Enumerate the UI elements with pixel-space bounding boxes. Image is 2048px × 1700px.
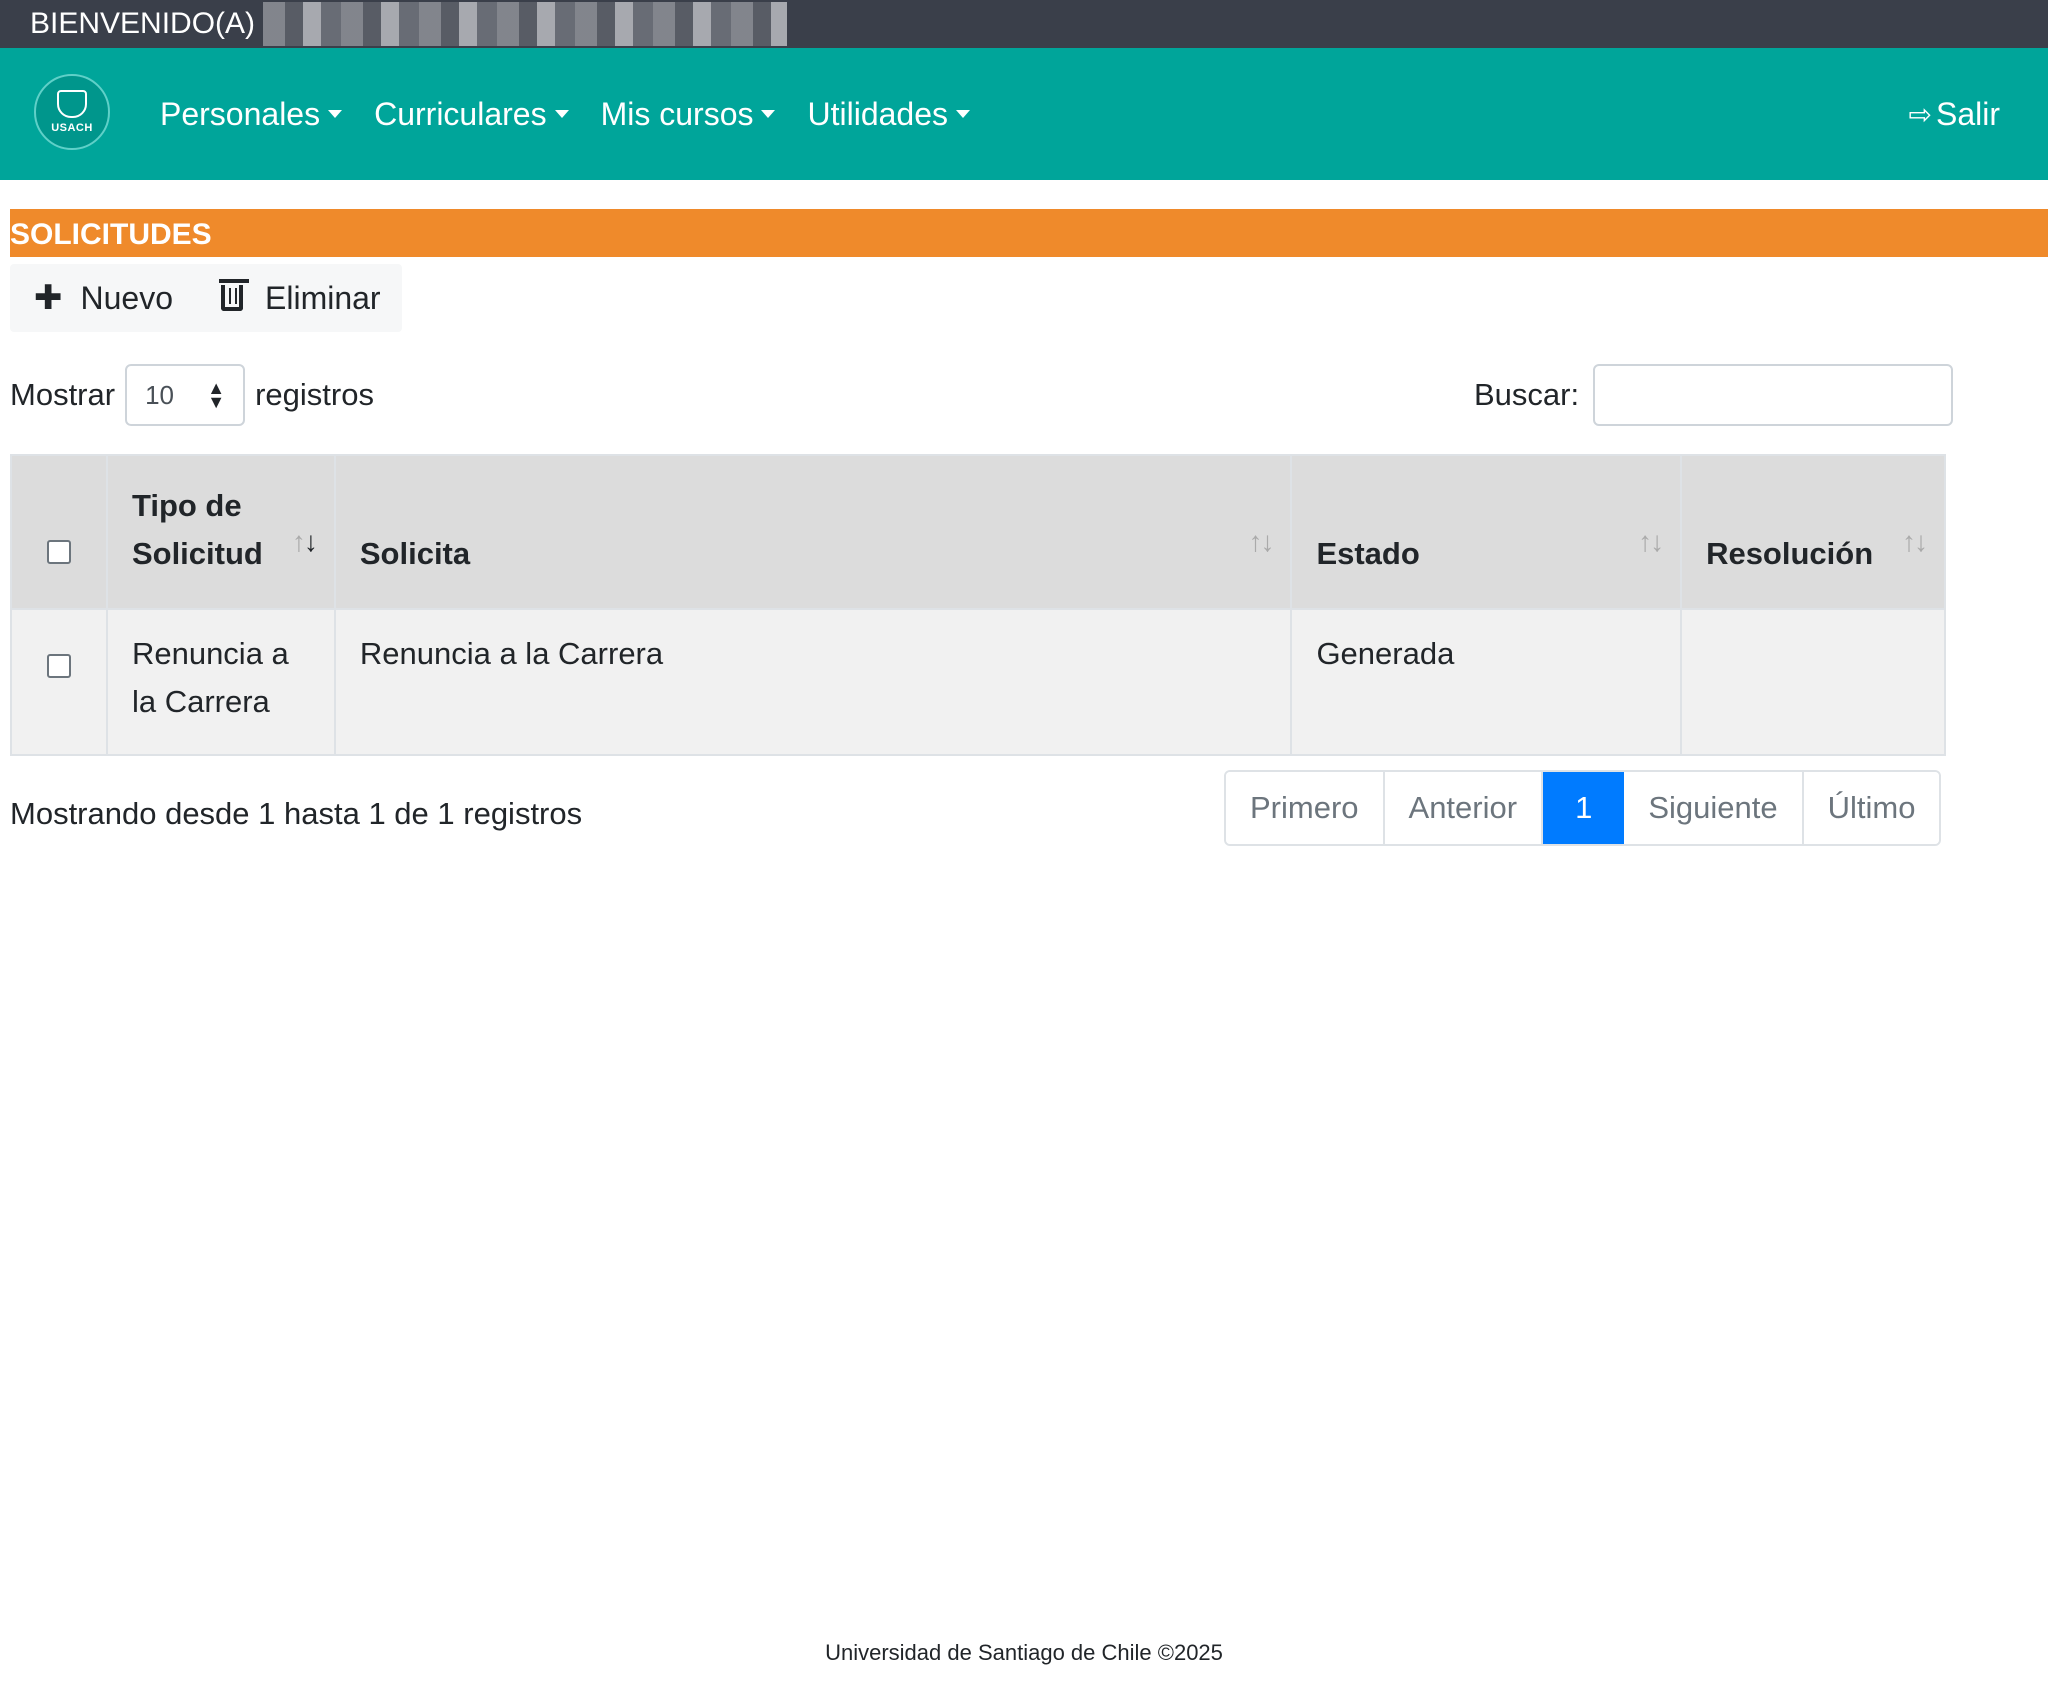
requests-table: Tipo de Solicitud ↑↓ Solicita ↑↓ Estado … (10, 454, 1946, 756)
sign-out-icon: ⇨ (1908, 98, 1932, 130)
page-first-button[interactable]: Primero (1226, 772, 1385, 844)
page-previous-button[interactable]: Anterior (1384, 772, 1544, 844)
pagination: Primero Anterior 1 Siguiente Último (1224, 770, 1942, 846)
page-length-value: 10 (145, 379, 174, 410)
length-suffix: registros (255, 377, 374, 412)
plus-icon: ✚ (34, 279, 63, 317)
page-last-button[interactable]: Último (1803, 772, 1940, 844)
redacted-username (263, 2, 788, 46)
page-current-button[interactable]: 1 (1543, 772, 1625, 844)
new-button[interactable]: ✚ Nuevo (10, 278, 197, 318)
nav-item-curriculares[interactable]: Curriculares (374, 95, 569, 133)
cell-solicita: Renuncia a la Carrera (333, 608, 1293, 756)
logo-text: USACH (51, 122, 93, 134)
sort-icon: ↑↓ (291, 526, 318, 557)
caret-down-icon (328, 110, 343, 118)
select-arrows-icon: ▲ ▼ (207, 378, 226, 412)
sort-icon: ↑↓ (1902, 526, 1928, 557)
column-header-tipo[interactable]: Tipo de Solicitud ↑↓ (105, 454, 336, 610)
section-title: SOLICITUDES (10, 209, 2048, 257)
table-info: Mostrando desde 1 hasta 1 de 1 registros (10, 796, 583, 831)
cell-tipo: Renuncia a la Carrera (105, 608, 336, 756)
logout-link[interactable]: ⇨ Salir (1909, 48, 2000, 180)
nav-item-mis-cursos[interactable]: Mis cursos (601, 96, 776, 133)
nav-item-label: Personales (160, 95, 321, 132)
length-prefix: Mostrar (10, 377, 116, 412)
nav-menu: Personales Curriculares Mis cursos Utili… (160, 48, 1002, 180)
delete-button-label: Eliminar (265, 279, 381, 316)
search-label: Buscar: (1474, 377, 1580, 412)
trash-icon (219, 279, 249, 311)
table-header-row: Tipo de Solicitud ↑↓ Solicita ↑↓ Estado … (10, 454, 1946, 610)
action-toolbar: ✚ Nuevo Eliminar (10, 264, 402, 332)
sort-icon: ↑↓ (1638, 526, 1664, 557)
column-header-tipo-line2: Solicitud (131, 536, 263, 571)
cell-estado: Generada (1290, 608, 1683, 756)
caret-down-icon (956, 110, 970, 118)
nav-item-label: Curriculares (374, 95, 547, 132)
page-next-button[interactable]: Siguiente (1624, 772, 1804, 844)
usach-logo[interactable]: USACH (34, 74, 110, 150)
nav-item-personales[interactable]: Personales (160, 95, 343, 133)
welcome-bar: BIENVENIDO(A) (0, 0, 2048, 48)
column-header-solicita[interactable]: Solicita ↑↓ (333, 454, 1293, 610)
select-all-header (10, 454, 108, 610)
sort-icon: ↑↓ (1248, 526, 1274, 557)
select-all-checkbox[interactable] (46, 540, 71, 564)
nav-item-utilidades[interactable]: Utilidades (807, 96, 970, 133)
nav-item-label: Mis cursos (600, 95, 754, 132)
column-header-tipo-line1: Tipo de (131, 488, 242, 523)
main-navbar: USACH Personales Curriculares Mis cursos… (0, 48, 2048, 180)
column-header-solicita-label: Solicita (359, 536, 471, 571)
search-control: Buscar: (1474, 364, 1954, 426)
page-length-select[interactable]: 10 ▲ ▼ (125, 364, 246, 426)
nav-item-label: Utilidades (807, 95, 948, 132)
caret-down-icon (554, 110, 569, 118)
column-header-estado[interactable]: Estado ↑↓ (1290, 454, 1683, 610)
caret-down-icon (761, 110, 776, 118)
delete-button[interactable]: Eliminar (197, 279, 405, 317)
table-row[interactable]: Renuncia a la Carrera Renuncia a la Carr… (10, 608, 1946, 756)
row-select-cell (10, 608, 108, 756)
column-header-resolucion[interactable]: Resolución ↑↓ (1680, 454, 1946, 610)
page-length-control: Mostrar 10 ▲ ▼ registros (10, 364, 374, 426)
footer-text: Universidad de Santiago de Chile ©2025 (825, 1640, 1223, 1665)
new-button-label: Nuevo (80, 279, 174, 316)
search-input[interactable] (1593, 364, 1954, 426)
crest-icon (57, 90, 87, 118)
cell-resolucion (1680, 608, 1946, 756)
logout-label: Salir (1935, 95, 2000, 132)
welcome-text: BIENVENIDO(A) (30, 7, 256, 40)
row-checkbox[interactable] (46, 654, 71, 678)
column-header-estado-label: Estado (1316, 536, 1420, 571)
column-header-resolucion-label: Resolución (1706, 536, 1874, 571)
